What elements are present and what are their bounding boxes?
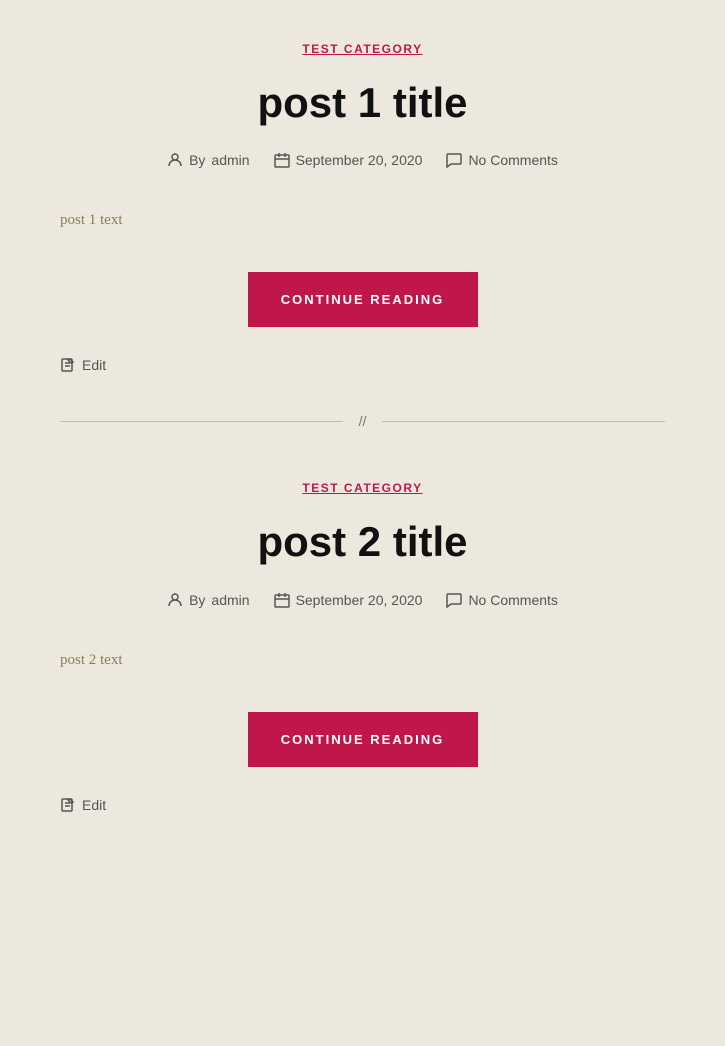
post-1-excerpt: post 1 text (60, 208, 665, 232)
post-1-category: TEST CATEGORY (60, 40, 665, 58)
divider-line-left (60, 421, 343, 422)
post-2-edit-link[interactable]: Edit (60, 797, 665, 813)
post-1-category-link[interactable]: TEST CATEGORY (302, 42, 422, 56)
person-icon-2 (167, 592, 183, 608)
post-2-author: admin (211, 592, 249, 608)
post-1-title: post 1 title (60, 78, 665, 128)
post-1-date: September 20, 2020 (296, 152, 423, 168)
post-1-edit-area: Edit (60, 357, 665, 373)
post-article-1: TEST CATEGORY post 1 title By admin (0, 0, 725, 403)
post-article-2: TEST CATEGORY post 2 title By admin (0, 439, 725, 842)
post-1-date-meta: September 20, 2020 (274, 152, 423, 168)
post-1-edit-label: Edit (82, 357, 106, 373)
edit-icon (60, 357, 76, 373)
calendar-icon (274, 152, 290, 168)
post-2-title: post 2 title (60, 517, 665, 567)
divider-line-right (382, 421, 665, 422)
posts-list: TEST CATEGORY post 1 title By admin (0, 0, 725, 843)
post-2-edit-label: Edit (82, 797, 106, 813)
post-2-continue-reading-button[interactable]: CONTINUE READING (248, 712, 478, 767)
post-2-meta: By admin September 20, 2020 (60, 592, 665, 608)
post-1-comments-meta: No Comments (446, 152, 557, 168)
post-1-author: admin (211, 152, 249, 168)
post-2-excerpt: post 2 text (60, 648, 665, 672)
post-1-comments: No Comments (468, 152, 557, 168)
post-1-edit-link[interactable]: Edit (60, 357, 665, 373)
posts-divider: // (0, 413, 725, 429)
comment-icon (446, 152, 462, 168)
divider-text: // (343, 413, 383, 429)
post-2-date: September 20, 2020 (296, 592, 423, 608)
edit-icon-2 (60, 797, 76, 813)
post-2-by-label: By (189, 592, 205, 608)
post-2-edit-area: Edit (60, 797, 665, 813)
post-2-date-meta: September 20, 2020 (274, 592, 423, 608)
post-2-category: TEST CATEGORY (60, 479, 665, 497)
calendar-icon-2 (274, 592, 290, 608)
post-2-comments: No Comments (468, 592, 557, 608)
comment-icon-2 (446, 592, 462, 608)
post-1-by-label: By (189, 152, 205, 168)
person-icon (167, 152, 183, 168)
post-1-meta: By admin September 20, 2020 (60, 152, 665, 168)
post-2-category-link[interactable]: TEST CATEGORY (302, 481, 422, 495)
post-2-comments-meta: No Comments (446, 592, 557, 608)
post-1-author-meta: By admin (167, 152, 249, 168)
post-2-author-meta: By admin (167, 592, 249, 608)
post-1-continue-reading-button[interactable]: CONTINUE READING (248, 272, 478, 327)
